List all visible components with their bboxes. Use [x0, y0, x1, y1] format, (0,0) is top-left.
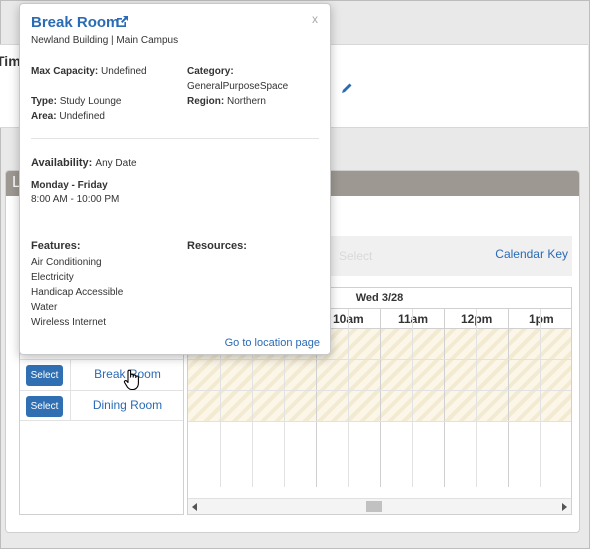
- calendar-key-link[interactable]: Calendar Key: [495, 247, 568, 261]
- select-button[interactable]: Select: [26, 396, 63, 417]
- grid-line: [540, 309, 541, 487]
- availability-value: Any Date: [95, 158, 137, 169]
- grid-line: [412, 309, 413, 487]
- resources-label: Resources:: [187, 240, 247, 252]
- scroll-left-icon[interactable]: [192, 503, 197, 511]
- feature-item: Electricity: [31, 272, 74, 283]
- grid-line: [476, 309, 477, 487]
- grid-row-line: [188, 390, 571, 391]
- horizontal-scrollbar[interactable]: [188, 498, 571, 514]
- divider: [31, 138, 319, 139]
- grid-line: [508, 309, 509, 487]
- category-value: GeneralPurposeSpace: [187, 81, 289, 92]
- pencil-icon[interactable]: [341, 82, 353, 94]
- hand-cursor-icon: [123, 369, 139, 391]
- hour-label: 1pm: [529, 312, 554, 326]
- type-field: Type: Study Lounge: [31, 96, 121, 107]
- region-label: Region:: [187, 96, 225, 107]
- location-title-link[interactable]: Break Room: [31, 14, 119, 31]
- max-capacity-field: Max Capacity: Undefined: [31, 66, 147, 77]
- page-title-fragment: Tim: [0, 53, 21, 69]
- scroll-right-icon[interactable]: [562, 503, 567, 511]
- type-value: Study Lounge: [59, 96, 122, 107]
- room-row: Select Dining Room: [20, 390, 183, 421]
- select-button[interactable]: Select: [26, 365, 63, 386]
- hour-label: 11am: [398, 312, 429, 326]
- feature-item: Handicap Accessible: [31, 287, 124, 298]
- availability-hours: 8:00 AM - 10:00 PM: [31, 194, 120, 205]
- area-field: Area: Undefined: [31, 111, 105, 122]
- room-row: Select Break Room: [20, 359, 183, 390]
- type-label: Type:: [31, 96, 57, 107]
- external-link-icon[interactable]: [115, 15, 129, 29]
- grid-row-line: [188, 359, 571, 360]
- location-popup: Break Room x Newland Building | Main Cam…: [19, 3, 331, 355]
- max-capacity-label: Max Capacity:: [31, 66, 99, 77]
- availability-days: Monday - Friday: [31, 180, 108, 191]
- feature-item: Air Conditioning: [31, 257, 102, 268]
- grid-line: [380, 309, 381, 487]
- features-label: Features:: [31, 240, 81, 252]
- feature-item: Water: [31, 302, 58, 313]
- go-to-location-link[interactable]: Go to location page: [225, 337, 320, 349]
- category-label: Category:: [187, 66, 234, 77]
- grid-row-line: [188, 421, 571, 422]
- region-value: Northern: [227, 96, 266, 107]
- area-label: Area:: [31, 111, 57, 122]
- grid-line: [444, 309, 445, 487]
- location-subtitle: Newland Building | Main Campus: [31, 35, 179, 46]
- toolbar-ghost-text: Select: [339, 249, 373, 263]
- max-capacity-value: Undefined: [101, 66, 147, 77]
- region-field: Region: Northern: [187, 96, 266, 107]
- scroll-thumb[interactable]: [366, 501, 382, 512]
- feature-item: Wireless Internet: [31, 317, 107, 328]
- availability-label: Availability:: [31, 157, 93, 169]
- grid-line: [348, 309, 349, 487]
- area-value: Undefined: [59, 111, 105, 122]
- room-name-link[interactable]: Dining Room: [71, 398, 184, 412]
- close-button[interactable]: x: [312, 12, 318, 26]
- availability-field: Availability: Any Date: [31, 157, 137, 169]
- category-field: Category:: [187, 66, 234, 77]
